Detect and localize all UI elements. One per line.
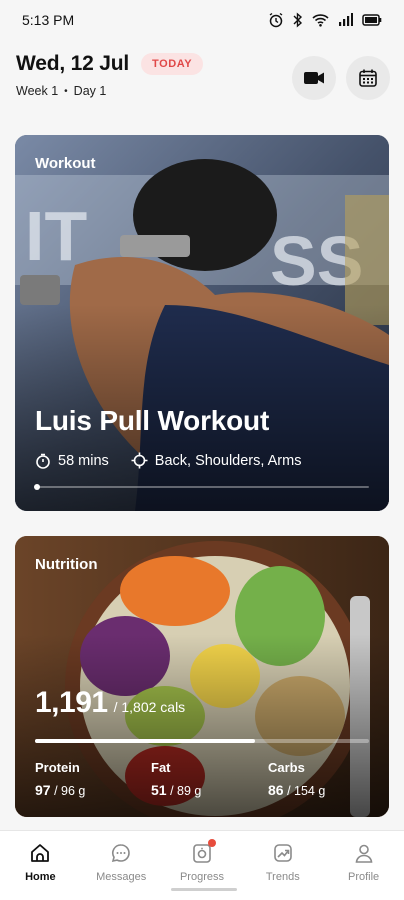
workout-card[interactable]: IT SS Workout Luis Pull Workout 58 mins … [15, 135, 389, 511]
calendar-button[interactable] [346, 56, 390, 100]
wifi-icon [312, 14, 329, 27]
video-call-button[interactable] [292, 56, 336, 100]
signal-icon [339, 13, 353, 26]
workout-label: Workout [35, 155, 96, 172]
nav-messages-label: Messages [96, 871, 147, 883]
nutrition-label: Nutrition [35, 556, 98, 573]
nav-trends[interactable]: Trends [242, 831, 323, 900]
calorie-progress-bar [35, 739, 369, 743]
duration: 58 mins [35, 453, 109, 469]
macro-label: Carbs [268, 760, 305, 775]
nav-profile-label: Profile [347, 871, 380, 883]
stopwatch-icon [36, 453, 50, 469]
separator: • [64, 85, 68, 97]
target-icon [131, 452, 148, 469]
status-time: 5:13 PM [22, 12, 75, 28]
workout-title: Luis Pull Workout [35, 405, 270, 436]
duration-text: 58 mins [58, 452, 109, 469]
carousel-dot [34, 484, 40, 490]
macro-value: 97 / 96 g [35, 782, 86, 798]
macro-value: 51 / 89 g [151, 782, 202, 798]
nav-home[interactable]: Home [0, 831, 81, 900]
nutrition-card[interactable]: Nutrition 1,191 / 1,802 cals Protein 97 … [15, 536, 389, 817]
workout-meta: 58 mins Back, Shoulders, Arms [35, 452, 301, 469]
muscle-groups: Back, Shoulders, Arms [131, 452, 302, 469]
nav-home-label: Home [25, 871, 56, 883]
notification-dot [207, 839, 216, 847]
home-icon [28, 841, 52, 865]
page-title: Wed, 12 Jul [16, 52, 129, 75]
week-label: Week 1 [16, 84, 59, 98]
trend-chart-icon [271, 841, 295, 865]
calories-consumed: 1,191 [35, 686, 108, 719]
header: Wed, 12 Jul TODAY Week 1 • Day 1 [16, 52, 390, 112]
alarm-icon [269, 12, 283, 28]
muscle-groups-text: Back, Shoulders, Arms [154, 452, 302, 469]
macro-fat: Fat 51 / 89 g [151, 760, 201, 798]
nav-progress-label: Progress [179, 871, 224, 883]
calorie-progress-fill [35, 739, 256, 743]
chat-bubble-icon [109, 841, 133, 865]
macro-protein: Protein 97 / 96 g [35, 760, 85, 798]
nav-trends-label: Trends [265, 871, 300, 883]
bluetooth-icon [293, 12, 303, 28]
video-camera-icon [304, 72, 324, 84]
home-indicator [171, 888, 237, 891]
status-bar: 5:13 PM [0, 0, 404, 40]
nav-messages[interactable]: Messages [81, 831, 162, 900]
calories-target: / 1,802 cals [113, 699, 186, 715]
calendar-icon [359, 69, 377, 87]
carousel-indicator [34, 484, 369, 490]
today-badge[interactable]: TODAY [140, 53, 204, 75]
macro-label: Fat [151, 760, 171, 775]
macro-value: 86 / 154 g [268, 782, 326, 798]
calorie-summary: 1,191 / 1,802 cals [35, 686, 185, 720]
macro-carbs: Carbs 86 / 154 g [268, 760, 325, 798]
camera-icon [190, 839, 216, 865]
battery-icon [362, 14, 382, 26]
person-icon [352, 841, 376, 865]
status-icons [268, 12, 382, 28]
day-label: Day 1 [73, 84, 107, 98]
nav-profile[interactable]: Profile [323, 831, 404, 900]
macro-label: Protein [35, 760, 80, 775]
